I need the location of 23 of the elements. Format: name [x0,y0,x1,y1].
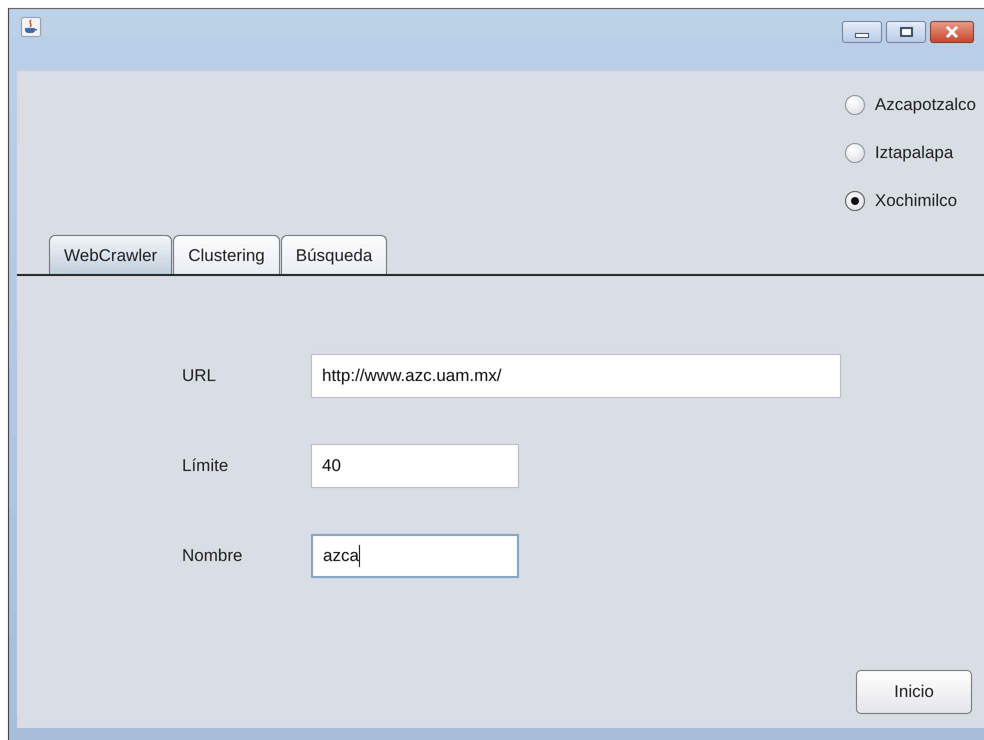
start-button[interactable]: Inicio [856,670,972,714]
field-label: URL [182,366,218,386]
minimize-button[interactable] [842,21,882,43]
input-field[interactable]: http://www.azc.uam.mx/ [311,354,841,398]
radio-button[interactable] [844,191,865,211]
maximize-icon [900,27,912,37]
tab[interactable]: Búsqueda [280,235,388,274]
minimize-icon [855,32,869,38]
tab[interactable]: WebCrawler [49,235,172,274]
field-label: Límite [182,456,230,476]
tab[interactable]: Clustering [173,235,280,274]
field-label: Nombre [182,546,244,566]
radio-button[interactable] [844,143,865,163]
coffee-cup-icon [21,17,41,37]
radio-option[interactable]: Iztapalapa [844,133,976,173]
radio-option[interactable]: Azcapotzalco [844,85,976,125]
maximize-button[interactable] [886,21,926,43]
input-field[interactable]: 40 [311,444,519,488]
close-button[interactable] [930,21,974,43]
radio-button[interactable] [844,95,865,115]
close-icon [945,26,959,38]
input-field[interactable]: azca [311,534,519,578]
radio-option[interactable]: Xochimilco [844,181,976,221]
